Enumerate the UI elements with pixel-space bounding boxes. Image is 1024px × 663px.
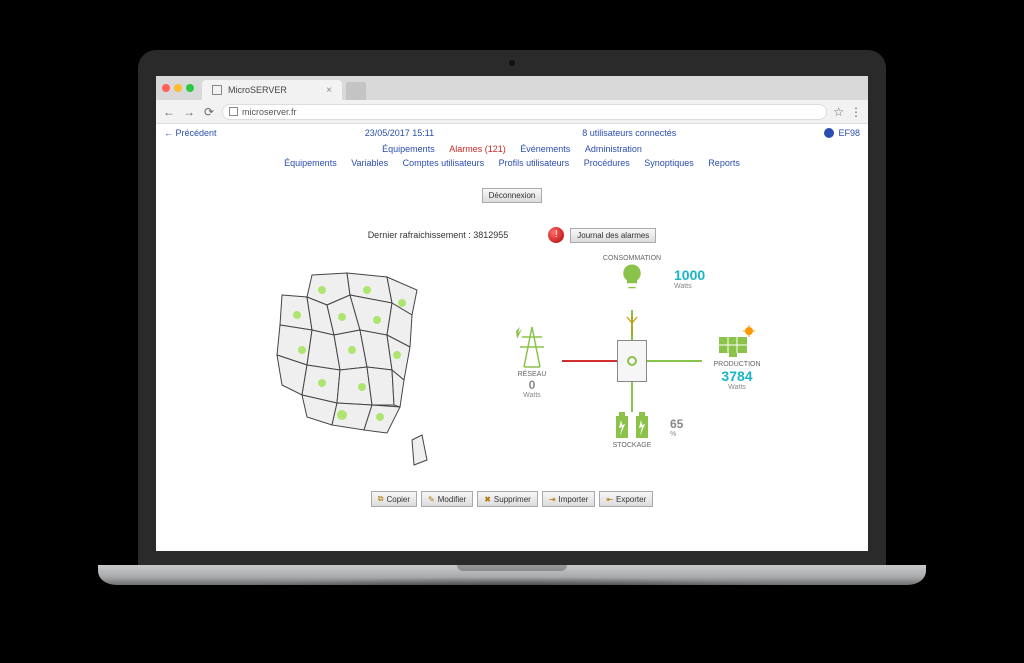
edit-button[interactable]: ✎Modifier [421, 491, 473, 507]
copy-button[interactable]: ⧉Copier [371, 491, 417, 507]
new-tab-button[interactable] [346, 82, 366, 100]
back-button[interactable]: ← [162, 105, 176, 119]
url-input[interactable]: microserver.fr [222, 104, 827, 120]
export-icon: ⇤ [606, 495, 613, 504]
reseau-unit: Watts [502, 392, 562, 399]
minimize-window-icon[interactable] [174, 84, 182, 92]
wind-icon [625, 315, 639, 335]
france-map[interactable] [252, 255, 452, 475]
import-icon: ⇥ [549, 495, 556, 504]
tab-title: MicroSERVER [228, 85, 287, 95]
bookmark-icon[interactable]: ☆ [833, 105, 844, 119]
energy-diagram: CONSOMMATION 1000 Watts [492, 255, 772, 465]
export-button[interactable]: ⇤Exporter [599, 491, 653, 507]
user-menu[interactable]: EF98 [824, 128, 860, 138]
delete-icon: ✖ [484, 495, 491, 504]
nav-equipements[interactable]: Équipements [382, 144, 435, 154]
users-connected-label: 8 utilisateurs connectés [582, 128, 676, 138]
reseau-label: RÉSEAU [502, 371, 562, 378]
browser-menu-icon[interactable]: ⋮ [850, 105, 862, 119]
line-production [647, 360, 702, 362]
site-info-icon[interactable] [229, 107, 238, 116]
import-button[interactable]: ⇥Importer [542, 491, 596, 507]
last-refresh-label: Dernier rafraichissement : 3812955 [368, 230, 509, 240]
primary-nav: Équipements Alarmes (121) Événements Adm… [156, 142, 868, 156]
subnav-profils[interactable]: Profils utilisateurs [499, 158, 570, 168]
avatar-icon [824, 128, 834, 138]
stockage-value: 65 [670, 417, 710, 431]
page-icon [212, 85, 222, 95]
username-label: EF98 [838, 128, 860, 138]
line-stockage [631, 382, 633, 412]
nav-administration[interactable]: Administration [585, 144, 642, 154]
subnav-comptes[interactable]: Comptes utilisateurs [403, 158, 485, 168]
subnav-reports[interactable]: Reports [708, 158, 740, 168]
browser-tab[interactable]: MicroSERVER × [202, 80, 342, 100]
browser-tab-strip: MicroSERVER × [156, 76, 868, 100]
battery-icon [612, 410, 652, 440]
inverter-icon [617, 340, 647, 382]
edit-icon: ✎ [428, 495, 435, 504]
laptop-camera [509, 60, 515, 66]
nav-alarmes[interactable]: Alarmes (121) [449, 144, 506, 154]
disconnect-button[interactable]: Déconnexion [482, 188, 543, 203]
nav-evenements[interactable]: Événements [520, 144, 570, 154]
page-content: ← Précédent 23/05/2017 15:11 8 utilisate… [156, 124, 868, 551]
stockage-unit: % [670, 431, 710, 438]
pylon-icon [514, 325, 550, 369]
stockage-label: STOCKAGE [597, 442, 667, 449]
secondary-nav: Équipements Variables Comptes utilisateu… [156, 156, 868, 170]
subnav-synoptiques[interactable]: Synoptiques [644, 158, 694, 168]
production-unit: Watts [702, 384, 772, 391]
datetime-label: 23/05/2017 15:11 [365, 128, 434, 138]
browser-toolbar: ← → ⟳ microserver.fr ☆ ⋮ [156, 100, 868, 124]
production-label: PRODUCTION [702, 361, 772, 368]
back-link[interactable]: ← Précédent [164, 128, 217, 138]
alarm-icon [548, 227, 564, 243]
production-value: 3784 [702, 368, 772, 384]
url-text: microserver.fr [242, 107, 297, 117]
alarm-log-button[interactable]: Journal des alarmes [570, 228, 656, 243]
reload-button[interactable]: ⟳ [202, 105, 216, 119]
consommation-value: 1000 [674, 267, 724, 283]
reseau-value: 0 [502, 378, 562, 392]
maximize-window-icon[interactable] [186, 84, 194, 92]
lightbulb-icon [617, 262, 647, 292]
subnav-variables[interactable]: Variables [351, 158, 388, 168]
delete-button[interactable]: ✖Supprimer [477, 491, 538, 507]
subnav-procedures[interactable]: Procédures [584, 158, 630, 168]
consommation-label: CONSOMMATION [592, 255, 672, 262]
laptop-shadow [202, 577, 822, 607]
consommation-unit: Watts [674, 283, 724, 290]
close-window-icon[interactable] [162, 84, 170, 92]
close-tab-icon[interactable]: × [326, 85, 332, 96]
action-toolbar: ⧉Copier ✎Modifier ✖Supprimer ⇥Importer ⇤… [156, 491, 868, 507]
subnav-equipements[interactable]: Équipements [284, 158, 337, 168]
forward-button[interactable]: → [182, 105, 196, 119]
line-reseau [562, 360, 617, 362]
window-controls[interactable] [162, 84, 194, 92]
copy-icon: ⧉ [378, 494, 384, 504]
solar-panel-icon [717, 325, 757, 359]
